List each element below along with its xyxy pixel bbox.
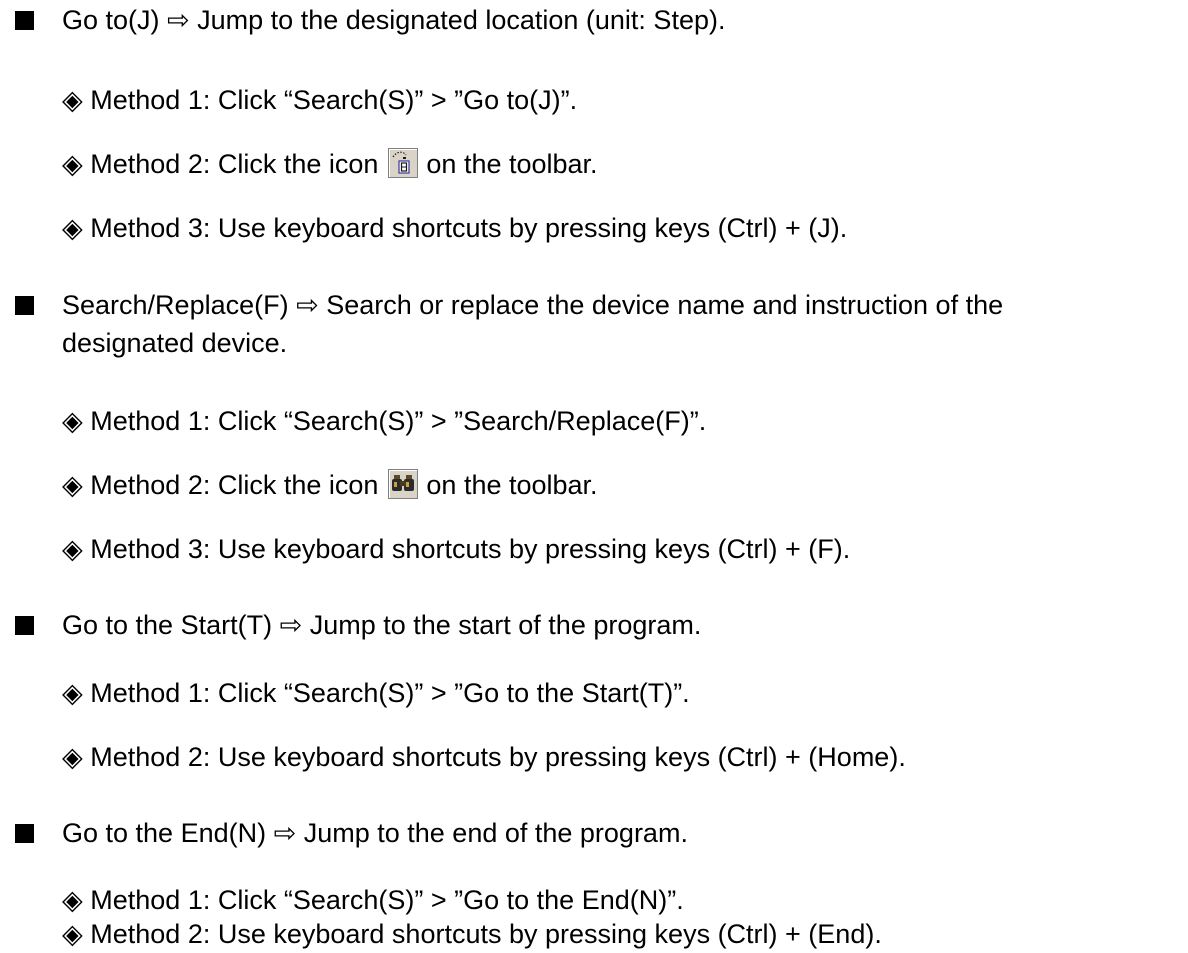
document-page: Go to(J) ⇨ Jump to the designated locati… — [0, 0, 1188, 953]
section-title: Go to the Start(T) ⇨ Jump to the start o… — [62, 610, 702, 640]
method-text: ◈ Method 1: Click “Search(S)” > ”Go to t… — [62, 678, 690, 708]
go-to-icon — [388, 147, 419, 178]
method-text: ◈ Method 3: Use keyboard shortcuts by pr… — [62, 534, 851, 564]
method-text: ◈ Method 1: Click “Search(S)” > ”Go to(J… — [62, 85, 578, 115]
square-bullet-icon — [15, 824, 34, 843]
method-text: ◈ Method 3: Use keyboard shortcuts by pr… — [62, 213, 848, 243]
square-bullet-icon — [15, 296, 34, 315]
square-bullet-icon — [15, 11, 34, 30]
method-text: ◈ Method 2: Click the icon on the toolba… — [62, 147, 598, 179]
method-text: ◈ Method 2: Use keyboard shortcuts by pr… — [62, 919, 882, 949]
method-text: ◈ Method 1: Click “Search(S)” > ”Search/… — [62, 406, 707, 436]
section-title: designated device. — [62, 328, 288, 358]
method-text: ◈ Method 2: Use keyboard shortcuts by pr… — [62, 742, 906, 772]
section-title: Search/Replace(F) ⇨ Search or replace th… — [62, 290, 1004, 320]
method-text: ◈ Method 2: Click the icon on the toolba… — [62, 468, 598, 500]
square-bullet-icon — [15, 616, 34, 635]
section-title: Go to(J) ⇨ Jump to the designated locati… — [62, 5, 726, 35]
binoculars-icon — [388, 468, 419, 499]
method-text: ◈ Method 1: Click “Search(S)” > ”Go to t… — [62, 885, 684, 915]
section-title: Go to the End(N) ⇨ Jump to the end of th… — [62, 818, 688, 848]
